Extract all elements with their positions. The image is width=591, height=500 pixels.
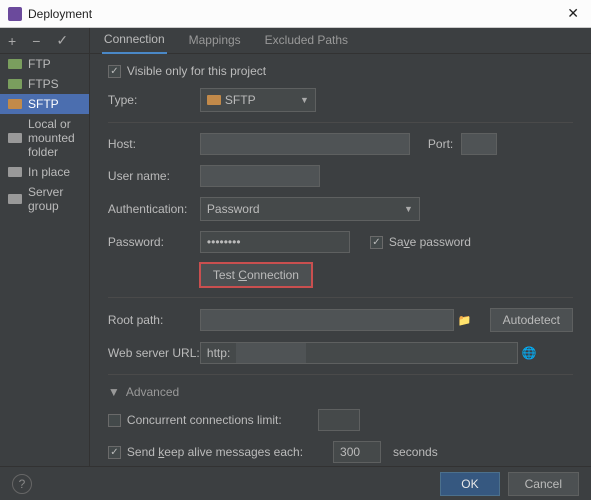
- root-path-label: Root path:: [108, 313, 200, 327]
- cancel-button[interactable]: Cancel: [508, 472, 579, 496]
- save-password-label: Save password: [389, 235, 471, 249]
- folder-icon[interactable]: 📁: [454, 314, 476, 327]
- sidebar-item[interactable]: Local or mounted folder: [0, 114, 89, 162]
- check-icon[interactable]: ✓: [52, 30, 72, 51]
- type-value: SFTP: [225, 93, 256, 107]
- content-area: Connection Mappings Excluded Paths ✓ Vis…: [90, 28, 591, 466]
- test-connection-button[interactable]: Test Connection: [200, 263, 312, 287]
- password-label: Password:: [108, 235, 200, 249]
- server-list: FTP FTPS SFTP Local or mounted folder In pla…: [0, 54, 89, 216]
- seconds-label: seconds: [393, 445, 438, 459]
- sidebar-item[interactable]: In place: [0, 162, 89, 182]
- sidebar-item[interactable]: SFTP: [0, 94, 89, 114]
- sidebar-item-label: Server group: [28, 185, 81, 213]
- host-label: Host:: [108, 137, 200, 151]
- sidebar-item-label: Local or mounted folder: [28, 117, 81, 159]
- title-bar: Deployment ✕: [0, 0, 591, 28]
- root-path-input[interactable]: [200, 309, 454, 331]
- visible-only-label: Visible only for this project: [127, 64, 266, 78]
- auth-value: Password: [207, 202, 260, 216]
- auth-label: Authentication:: [108, 202, 200, 216]
- type-label: Type:: [108, 93, 200, 107]
- concurrent-checkbox[interactable]: Concurrent connections limit:: [108, 413, 282, 427]
- server-icon: [8, 98, 22, 110]
- sidebar-item-label: FTPS: [28, 77, 59, 91]
- main-layout: + − ✓ FTP FTPS SFTP Local or mounted folder…: [0, 28, 591, 466]
- app-icon: [8, 7, 22, 21]
- checkbox-unchecked-icon: [108, 414, 121, 427]
- tab-connection[interactable]: Connection: [102, 27, 167, 54]
- window-title: Deployment: [28, 7, 563, 21]
- port-label: Port:: [428, 137, 453, 151]
- keepalive-label: Send keep alive messages each:: [127, 445, 303, 459]
- username-label: User name:: [108, 169, 200, 183]
- password-input[interactable]: [200, 231, 350, 253]
- autodetect-button[interactable]: Autodetect: [490, 308, 573, 332]
- save-password-checkbox[interactable]: ✓ Save password: [370, 235, 471, 249]
- sidebar-item-label: FTP: [28, 57, 51, 71]
- web-url-input[interactable]: [200, 342, 518, 364]
- checkbox-checked-icon: ✓: [370, 236, 383, 249]
- chevron-down-icon: ▼: [404, 204, 413, 214]
- tab-mappings[interactable]: Mappings: [187, 28, 243, 53]
- auth-combo[interactable]: Password ▼: [200, 197, 420, 221]
- ok-button[interactable]: OK: [440, 472, 499, 496]
- keepalive-checkbox[interactable]: ✓ Send keep alive messages each:: [108, 445, 303, 459]
- server-icon: [8, 166, 22, 178]
- chevron-down-icon: ▼: [108, 385, 120, 399]
- sidebar-item[interactable]: FTP: [0, 54, 89, 74]
- open-browser-icon[interactable]: 🌐: [518, 346, 541, 360]
- keepalive-input[interactable]: [333, 441, 381, 463]
- sftp-icon: [207, 94, 221, 106]
- server-icon: [8, 193, 22, 205]
- separator: [108, 297, 573, 298]
- port-input[interactable]: [461, 133, 497, 155]
- concurrent-label: Concurrent connections limit:: [127, 413, 282, 427]
- close-icon[interactable]: ✕: [563, 5, 583, 22]
- sidebar-item-label: In place: [28, 165, 70, 179]
- remove-icon[interactable]: −: [28, 31, 44, 51]
- tab-excluded[interactable]: Excluded Paths: [263, 28, 350, 53]
- host-input[interactable]: [200, 133, 410, 155]
- help-icon[interactable]: ?: [12, 474, 32, 494]
- sidebar-item[interactable]: FTPS: [0, 74, 89, 94]
- tab-bar: Connection Mappings Excluded Paths: [90, 28, 591, 54]
- separator: [108, 374, 573, 375]
- checkbox-checked-icon: ✓: [108, 446, 121, 459]
- server-icon: [8, 58, 22, 70]
- sidebar: + − ✓ FTP FTPS SFTP Local or mounted folder…: [0, 28, 90, 466]
- sidebar-toolbar: + − ✓: [0, 28, 89, 54]
- username-input[interactable]: [200, 165, 320, 187]
- checkbox-checked-icon: ✓: [108, 65, 121, 78]
- visible-only-checkbox[interactable]: ✓ Visible only for this project: [108, 64, 266, 78]
- advanced-label: Advanced: [126, 385, 179, 399]
- web-url-label: Web server URL:: [108, 346, 200, 360]
- concurrent-input[interactable]: [318, 409, 360, 431]
- server-icon: [8, 132, 22, 144]
- chevron-down-icon: ▼: [300, 95, 309, 105]
- connection-panel: ✓ Visible only for this project Type: SF…: [90, 54, 591, 466]
- dialog-footer: ? OK Cancel: [0, 466, 591, 500]
- sidebar-item[interactable]: Server group: [0, 182, 89, 216]
- separator: [108, 122, 573, 123]
- add-icon[interactable]: +: [4, 31, 20, 51]
- type-combo[interactable]: SFTP ▼: [200, 88, 316, 112]
- server-icon: [8, 78, 22, 90]
- advanced-toggle[interactable]: ▼ Advanced: [108, 385, 573, 399]
- sidebar-item-label: SFTP: [28, 97, 59, 111]
